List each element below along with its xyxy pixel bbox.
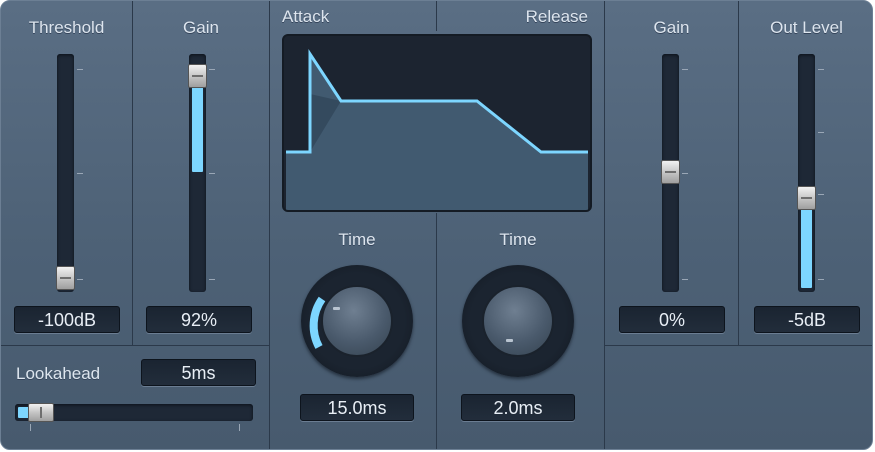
release-time-value[interactable]: 2.0ms (461, 394, 575, 421)
gain-label: Gain (183, 18, 219, 37)
slider-tick (818, 194, 824, 195)
slider-tick (682, 69, 688, 70)
attack-label: Attack (282, 7, 330, 26)
out-level-value[interactable]: -5dB (754, 306, 860, 333)
divider (604, 1, 605, 449)
lookahead-slider[interactable] (15, 403, 253, 422)
slider-tick (77, 69, 83, 70)
output-gain-slider[interactable] (661, 54, 680, 292)
attack-time-knob[interactable] (301, 265, 413, 377)
slider-tick (209, 173, 215, 174)
lookahead-slider-handle[interactable] (28, 403, 54, 422)
threshold-slider[interactable] (56, 54, 75, 292)
lookahead-label: Lookahead (16, 364, 101, 383)
noise-gate-panel: Threshold -100dB Gain 92% Lookahead 5ms … (0, 0, 873, 450)
knob-indicator (506, 339, 513, 342)
attack-time-label: Time (338, 230, 376, 249)
slider-tick (818, 69, 824, 70)
threshold-label: Threshold (28, 18, 105, 37)
slider-tick (77, 173, 83, 174)
divider (436, 1, 437, 31)
out-level-slider-fill (801, 208, 812, 288)
out-level-slider-handle[interactable] (797, 186, 816, 210)
lookahead-value[interactable]: 5ms (141, 359, 256, 386)
gain-slider-fill (192, 84, 203, 172)
release-time-knob[interactable] (462, 265, 574, 377)
slider-tick (30, 424, 31, 431)
release-label: Release (525, 7, 588, 26)
slider-tick (818, 132, 824, 133)
divider (604, 345, 872, 346)
slider-tick (209, 279, 215, 280)
gain-slider-handle[interactable] (188, 64, 207, 88)
out-level-slider[interactable] (797, 54, 816, 292)
gain-value[interactable]: 92% (146, 306, 252, 333)
knob-indicator (333, 307, 340, 310)
output-gain-value[interactable]: 0% (619, 306, 725, 333)
attack-time-knob-cap (321, 285, 393, 357)
output-gain-slider-handle[interactable] (661, 160, 680, 184)
slider-tick (682, 173, 688, 174)
envelope-curve (286, 49, 588, 210)
release-time-label: Time (499, 230, 537, 249)
divider (132, 1, 133, 345)
out-level-label: Out Level (770, 18, 843, 37)
output-gain-label: Gain (653, 18, 690, 37)
release-time-knob-cap (482, 285, 554, 357)
divider (269, 1, 270, 449)
slider-tick (682, 279, 688, 280)
slider-tick (77, 279, 83, 280)
divider (1, 345, 269, 346)
envelope-display (282, 34, 592, 212)
slider-tick (209, 69, 215, 70)
attack-time-value[interactable]: 15.0ms (300, 394, 414, 421)
threshold-slider-handle[interactable] (56, 266, 75, 290)
threshold-value[interactable]: -100dB (14, 306, 120, 333)
slider-tick (818, 279, 824, 280)
divider (436, 213, 437, 449)
slider-tick (239, 424, 240, 431)
gain-slider[interactable] (188, 54, 207, 292)
divider (738, 1, 739, 345)
